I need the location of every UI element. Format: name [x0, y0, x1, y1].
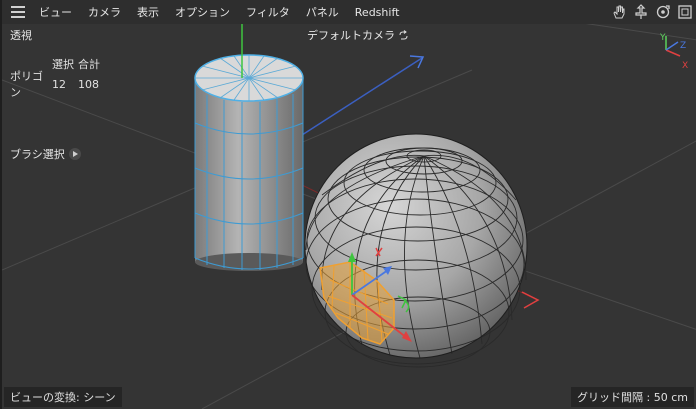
menu-filter[interactable]: フィルタ [246, 4, 290, 20]
menu-display[interactable]: 表示 [137, 4, 159, 20]
3d-viewport[interactable]: ビュー カメラ 表示 オプション フィルタ パネル Redshift 透視 デフ… [0, 0, 696, 409]
camera-name: デフォルトカメラ [307, 29, 395, 42]
axis-label-y: Y [659, 33, 666, 43]
cylinder-object [194, 22, 304, 271]
brush-selection[interactable]: ブラシ選択 [10, 146, 81, 162]
polygon-stats: 選択 合計 ポリゴン 12 108 [10, 54, 112, 99]
stats-selected-count: 12 [52, 77, 66, 91]
hand-icon[interactable] [610, 3, 628, 21]
menu-redshift[interactable]: Redshift [355, 6, 400, 19]
stats-header-selected: 選択 [52, 58, 74, 71]
menu-options[interactable]: オプション [175, 4, 230, 20]
axis-orientation-gizmo: Y Z X [659, 33, 688, 71]
menu-panel[interactable]: パネル [306, 4, 339, 20]
stats-header-total: 合計 [78, 58, 100, 71]
move-icon[interactable] [632, 3, 650, 21]
rotate-icon[interactable] [654, 3, 672, 21]
menu-view[interactable]: ビュー [39, 4, 72, 20]
axis-label-x: X [682, 61, 688, 71]
world-z-axis [301, 57, 423, 136]
grid-spacing-label: グリッド間隔 : 50 cm [571, 387, 694, 407]
camera-selector[interactable]: デフォルトカメラ [307, 27, 409, 43]
world-x-arrow-icon [521, 291, 540, 309]
stats-total-count: 108 [78, 77, 99, 91]
maximize-icon[interactable] [676, 3, 694, 21]
view-transform-label: ビューの変換: シーン [4, 387, 122, 407]
menu-camera[interactable]: カメラ [88, 4, 121, 20]
play-icon[interactable] [68, 148, 81, 160]
stats-row-label: ポリゴン [10, 70, 43, 99]
viewport-menubar: ビュー カメラ 表示 オプション フィルタ パネル Redshift [2, 0, 696, 24]
brush-selection-label: ブラシ選択 [10, 148, 65, 161]
sphere-object [304, 133, 528, 368]
axis-label-z: Z [680, 41, 686, 51]
projection-label[interactable]: 透視 [10, 27, 32, 43]
camera-link-icon [399, 29, 408, 39]
hamburger-menu-icon[interactable] [11, 6, 25, 18]
